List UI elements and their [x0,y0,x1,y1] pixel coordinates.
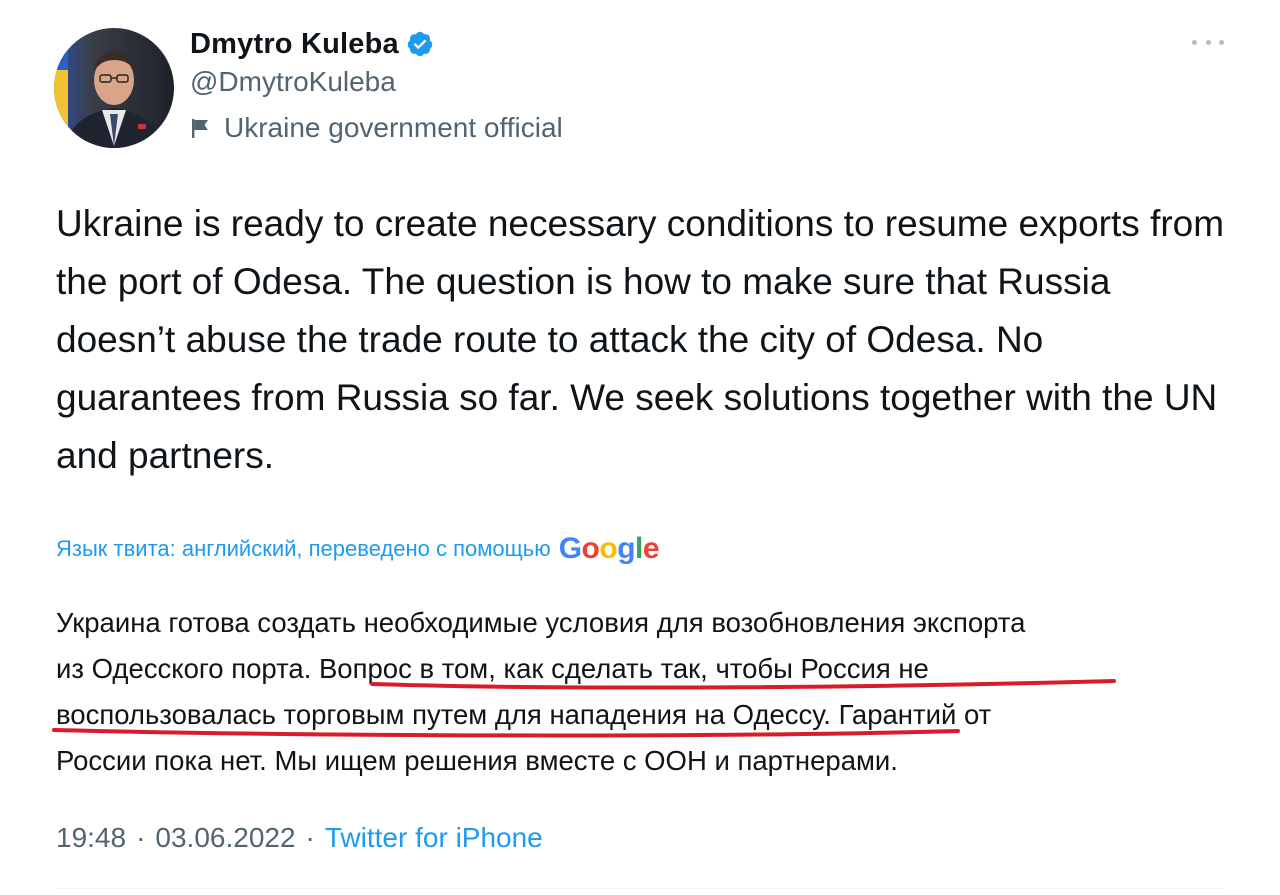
translated-text: Украина готова создать необходимые услов… [56,600,1236,784]
meta-separator: · [305,822,315,853]
google-logo: G o o g l e [558,532,660,566]
author-display-name[interactable]: Dmytro Kuleba [190,28,399,61]
author-avatar[interactable] [54,28,174,148]
tweet-text: Ukraine is ready to create necessary con… [56,203,1235,476]
flag-icon [192,119,208,138]
google-logo-letter: g [617,532,636,565]
google-logo-letter: e [642,532,660,565]
google-logo-letter: l [635,532,643,565]
translated-line: Украина готова создать необходимые услов… [56,607,1026,638]
more-options-icon[interactable] [1192,30,1224,54]
tweet-card: Dmytro Kuleba @DmytroKuleba Ukraine gove… [0,0,1280,895]
government-label-text: Ukraine government official [224,112,563,143]
google-logo-letter: o [581,532,600,565]
author-handle[interactable]: @DmytroKuleba [190,66,396,98]
avatar-photo-icon [54,28,174,148]
translation-note[interactable]: Язык твита: английский, переведено с пом… [56,532,660,566]
government-label: Ukraine government official [190,112,563,144]
translated-line: воспользовалась торговым путем для напад… [56,699,992,730]
google-logo-letter: G [558,532,582,565]
meta-separator: · [136,822,146,853]
translation-note-text: Язык твита: английский, переведено с пом… [56,536,551,561]
translated-line: из Одесского порта. Вопрос в том, как сд… [56,653,929,684]
divider [56,888,1224,889]
google-logo-letter: o [599,532,618,565]
tweet-time[interactable]: 19:48 [56,822,126,854]
translated-line: России пока нет. Мы ищем решения вместе … [56,745,898,776]
author-name-row[interactable]: Dmytro Kuleba [190,26,434,62]
tweet-source[interactable]: Twitter for iPhone [325,822,543,854]
verified-badge-icon [407,31,433,57]
tweet-date[interactable]: 03.06.2022 [155,822,295,854]
tweet-meta: 19:48 · 03.06.2022 · Twitter for iPhone [56,822,543,854]
